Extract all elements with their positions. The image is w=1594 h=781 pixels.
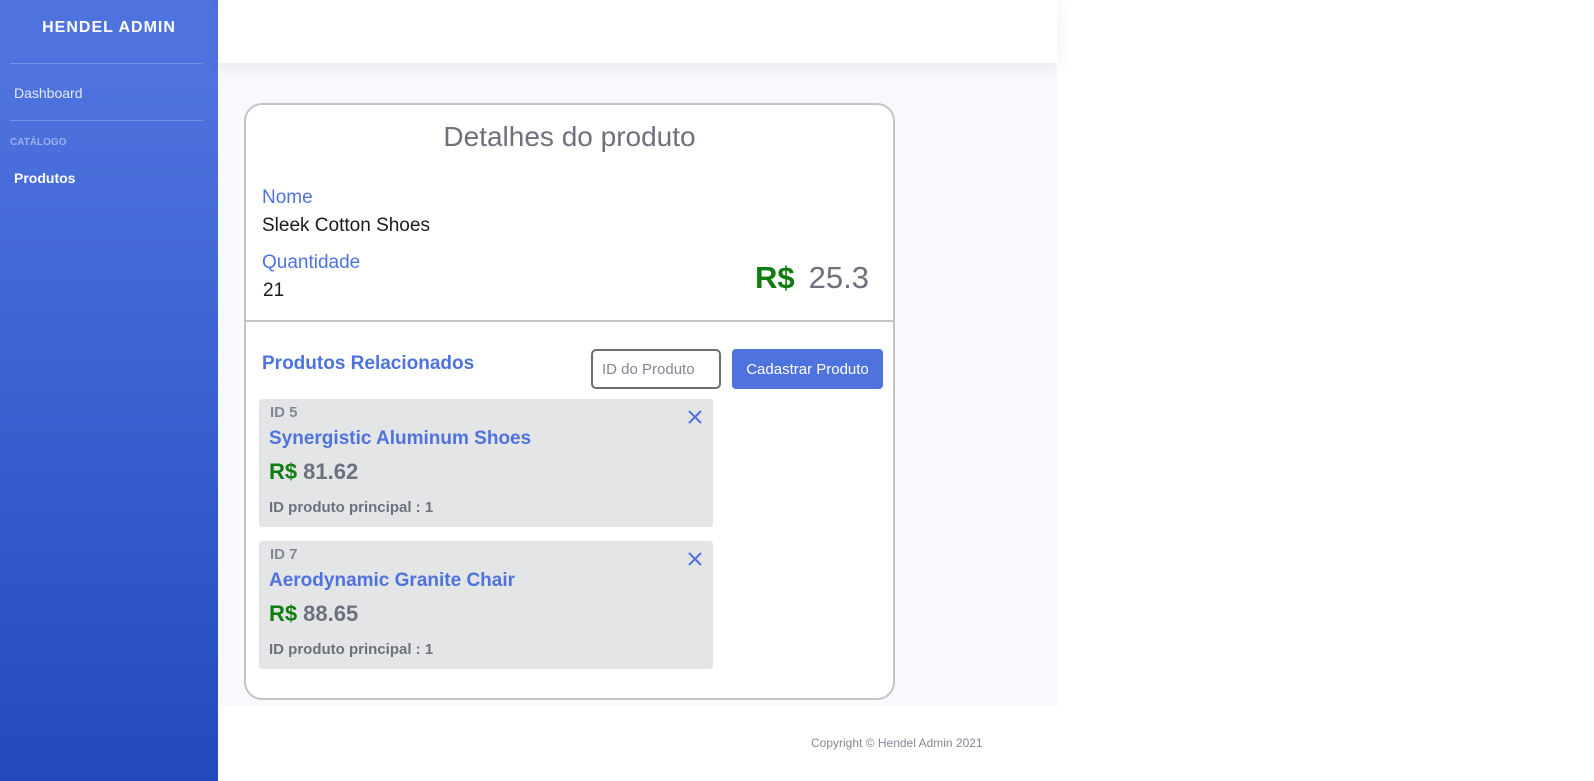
related-product-card: ID 5 Synergistic Aluminum Shoes R$ 81.62 … <box>259 399 713 527</box>
related-product-price: R$ 88.65 <box>269 601 358 627</box>
sidebar-divider <box>10 120 203 121</box>
footer: Copyright © Hendel Admin 2021 <box>218 706 1057 781</box>
register-product-button[interactable]: Cadastrar Produto <box>732 349 883 389</box>
currency-symbol: R$ <box>755 260 795 295</box>
topbar <box>218 0 1057 63</box>
name-value: Sleek Cotton Shoes <box>262 215 430 236</box>
price-value: 25.3 <box>808 260 869 295</box>
parent-product-id: ID produto principal : 1 <box>269 641 434 658</box>
related-product-name[interactable]: Aerodynamic Granite Chair <box>269 570 515 592</box>
sidebar-item-dashboard[interactable]: Dashboard <box>0 64 218 120</box>
related-product-id: ID 7 <box>270 546 298 563</box>
main-content: Detalhes do produto Nome Sleek Cotton Sh… <box>218 63 1057 706</box>
close-icon[interactable] <box>685 407 705 427</box>
section-divider <box>246 320 893 322</box>
related-product-card: ID 7 Aerodynamic Granite Chair R$ 88.65 I… <box>259 541 713 669</box>
currency-symbol: R$ <box>269 601 298 626</box>
related-product-name[interactable]: Synergistic Aluminum Shoes <box>269 428 531 450</box>
sidebar-item-products[interactable]: Produtos <box>0 170 218 186</box>
price-value: 81.62 <box>303 459 359 484</box>
related-product-id: ID 5 <box>270 404 298 421</box>
quantity-value: 21 <box>263 280 285 301</box>
product-id-input[interactable] <box>591 349 721 389</box>
related-product-price: R$ 81.62 <box>269 459 358 485</box>
sidebar-heading-catalog: CATÁLOGO <box>10 137 67 148</box>
brand-logo[interactable]: HENDEL ADMIN <box>0 0 218 56</box>
sidebar: HENDEL ADMIN Dashboard CATÁLOGO Produtos <box>0 0 218 781</box>
price-value: 88.65 <box>303 601 359 626</box>
product-price: R$ 25.3 <box>755 260 869 296</box>
copyright-text: Copyright © Hendel Admin 2021 <box>811 736 983 750</box>
related-products-title: Produtos Relacionados <box>262 353 475 374</box>
name-label: Nome <box>262 187 313 208</box>
parent-product-id: ID produto principal : 1 <box>269 499 434 516</box>
currency-symbol: R$ <box>269 459 298 484</box>
product-details-card: Detalhes do produto Nome Sleek Cotton Sh… <box>244 103 895 700</box>
quantity-label: Quantidade <box>262 252 361 273</box>
close-icon[interactable] <box>685 549 705 569</box>
page-title: Detalhes do produto <box>443 121 696 152</box>
